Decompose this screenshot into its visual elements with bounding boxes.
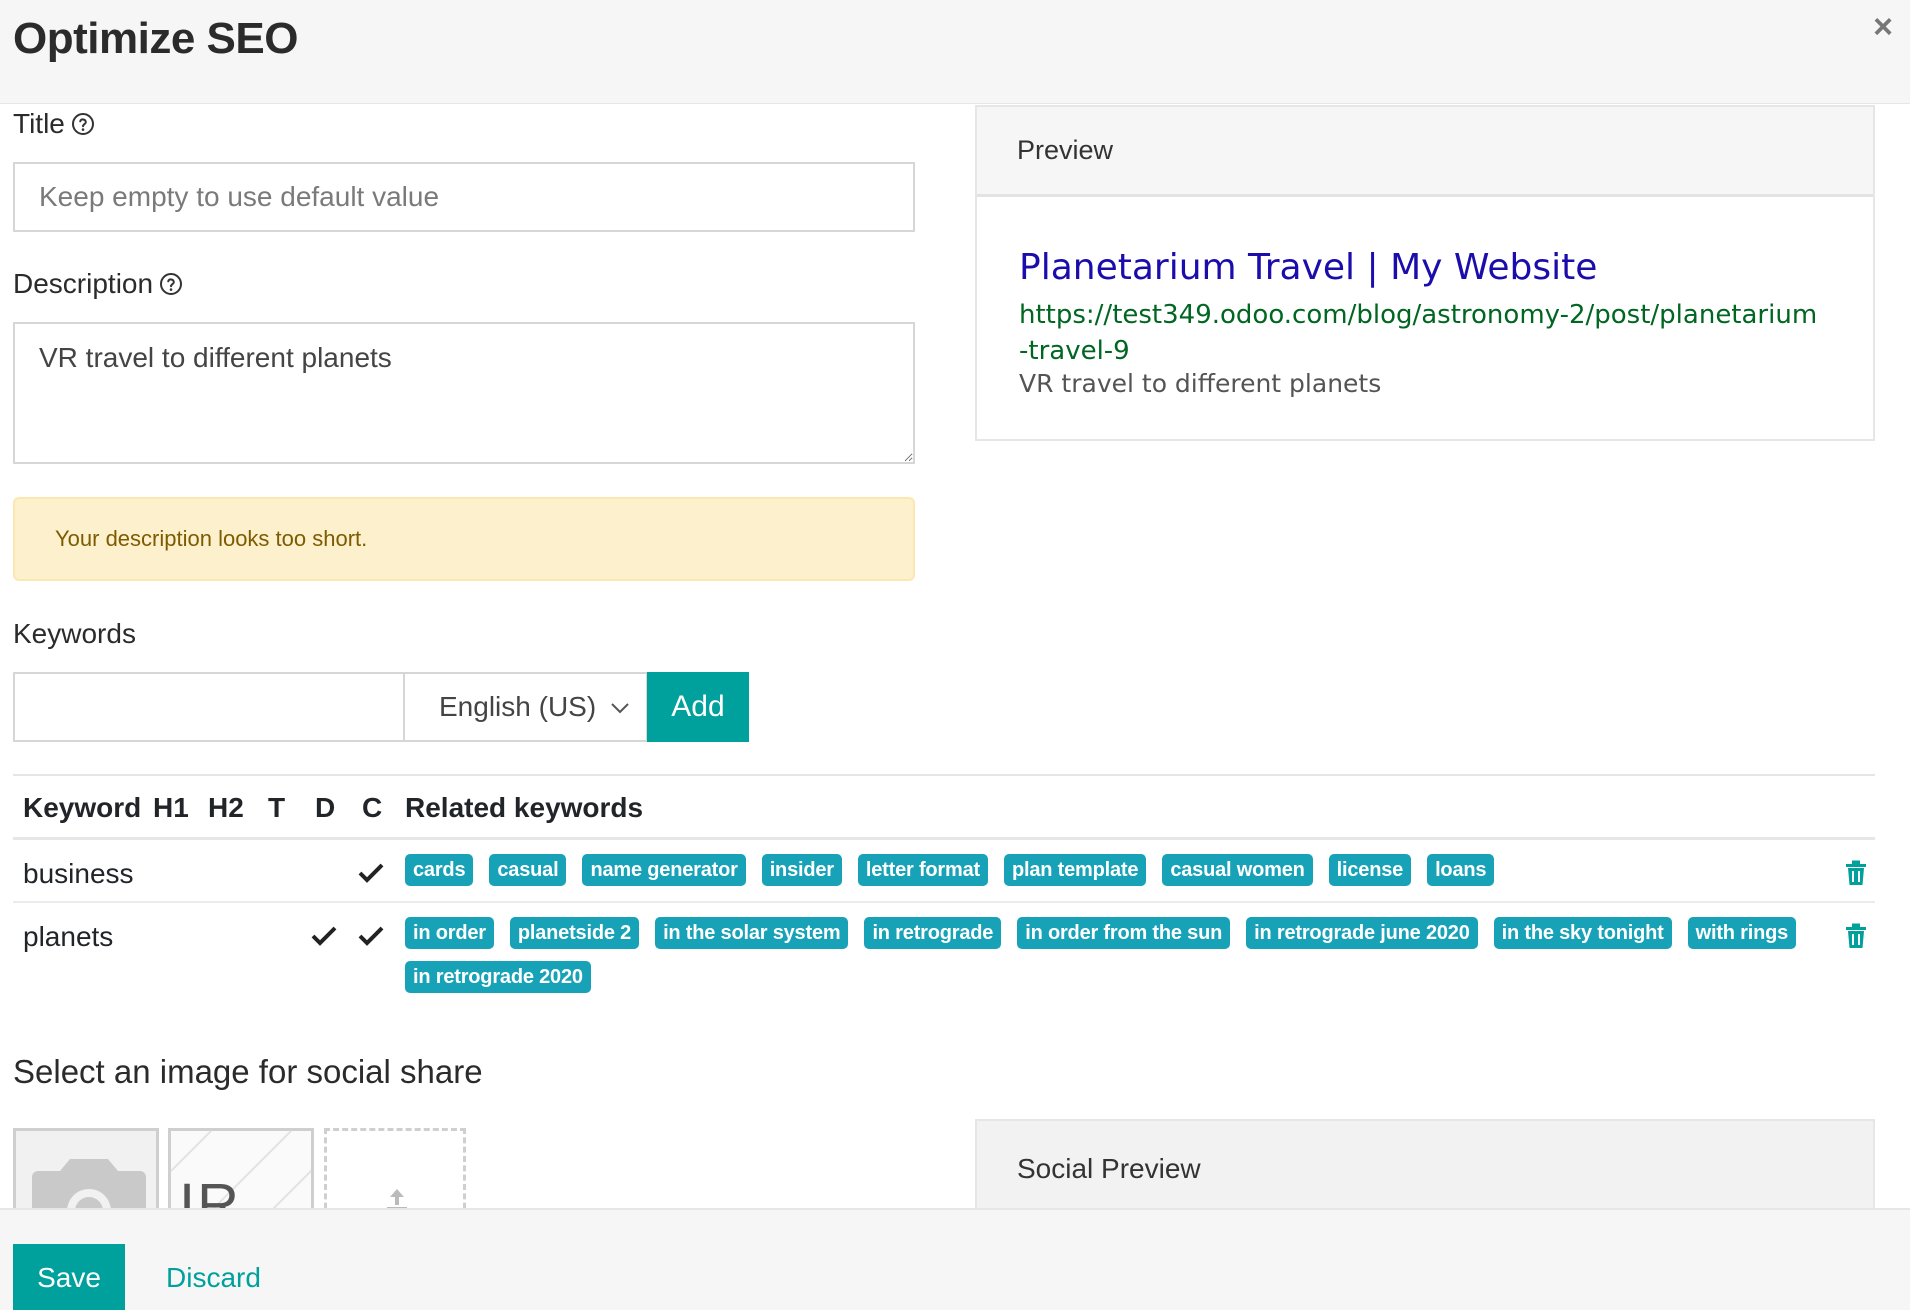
chevron-down-icon	[611, 703, 629, 714]
modal-footer: Save Discard	[0, 1208, 1910, 1310]
related-keyword-tag[interactable]: casual women	[1162, 854, 1313, 886]
header-c: C	[362, 792, 383, 823]
keyword-input[interactable]	[13, 672, 405, 742]
modal-title: Optimize SEO	[13, 14, 298, 63]
serp-title[interactable]: Planetarium Travel | My Website	[1019, 247, 1597, 288]
keyword-table-header: Keyword H1 H2 T D C Related keywords	[13, 774, 1875, 840]
keywords-label: Keywords	[13, 618, 136, 649]
trash-icon[interactable]	[1845, 860, 1867, 886]
header-d: D	[315, 792, 336, 823]
close-icon[interactable]: ×	[1866, 10, 1900, 44]
related-keyword-tag[interactable]: in order	[405, 917, 494, 949]
help-icon[interactable]	[159, 272, 183, 296]
related-keyword-tag[interactable]: in the solar system	[655, 917, 849, 949]
social-image-upload[interactable]	[324, 1128, 466, 1218]
related-keyword-tag[interactable]: plan template	[1003, 854, 1147, 886]
keyword-cell: business	[23, 858, 134, 889]
trash-icon[interactable]	[1845, 923, 1867, 949]
title-input[interactable]	[13, 162, 915, 232]
title-label-text: Title	[13, 108, 65, 139]
related-keyword-tag[interactable]: in the sky tonight	[1493, 917, 1672, 949]
check-icon	[311, 926, 337, 946]
save-button[interactable]: Save	[13, 1244, 125, 1310]
add-keyword-button[interactable]: Add	[647, 672, 749, 742]
related-keyword-tag[interactable]: insider	[761, 854, 842, 886]
social-image-option-default[interactable]	[13, 1128, 159, 1218]
related-keyword-tag[interactable]: license	[1328, 854, 1412, 886]
related-keyword-tag[interactable]: with rings	[1687, 917, 1797, 949]
check-icon	[358, 926, 384, 946]
description-label: Description	[13, 268, 183, 300]
related-keyword-tag[interactable]: letter format	[857, 854, 988, 886]
title-label: Title	[13, 108, 95, 140]
social-image-section-title: Select an image for social share	[13, 1053, 483, 1090]
related-keywords: in order planetside 2 in the solar syste…	[405, 917, 1825, 993]
camera-icon	[16, 1131, 156, 1215]
social-image-option-logo[interactable]: IR W	[168, 1128, 314, 1218]
related-keyword-tag[interactable]: in retrograde june 2020	[1246, 917, 1478, 949]
serp-url: https://test349.odoo.com/blog/astronomy-…	[1019, 300, 1818, 366]
social-preview-panel: Social Preview	[975, 1119, 1875, 1219]
keyword-table: Keyword H1 H2 T D C Related keywords bus…	[13, 774, 1875, 1011]
related-keyword-tag[interactable]: name generator	[582, 854, 746, 886]
discard-button[interactable]: Discard	[150, 1244, 277, 1310]
table-row: planets in order planetside 2 in the sol…	[13, 903, 1875, 1011]
related-keyword-tag[interactable]: in retrograde	[864, 917, 1002, 949]
header-keyword: Keyword	[23, 792, 142, 823]
related-keywords: cards casual name generator insider lett…	[405, 854, 1825, 886]
related-keyword-tag[interactable]: in order from the sun	[1017, 917, 1231, 949]
social-preview-label: Social Preview	[1017, 1153, 1201, 1184]
help-icon[interactable]	[71, 112, 95, 136]
serp-description: VR travel to different planets	[1019, 369, 1382, 398]
description-textarea[interactable]	[13, 322, 915, 464]
related-keyword-tag[interactable]: casual	[489, 854, 567, 886]
header-h1: H1	[153, 792, 189, 823]
header-related: Related keywords	[405, 792, 644, 823]
table-row: business cards casual name generator ins…	[13, 840, 1875, 903]
preview-header: Preview	[977, 107, 1873, 197]
header-t: T	[268, 792, 286, 823]
header-h2: H2	[208, 792, 244, 823]
check-icon	[358, 863, 384, 883]
description-label-text: Description	[13, 268, 154, 299]
language-select[interactable]: English (US)	[404, 672, 648, 742]
related-keyword-tag[interactable]: planetside 2	[509, 917, 640, 949]
language-selected: English (US)	[439, 691, 597, 722]
modal-header: Optimize SEO ×	[0, 0, 1910, 104]
related-keyword-tag[interactable]: cards	[405, 854, 474, 886]
keyword-cell: planets	[23, 921, 114, 952]
related-keyword-tag[interactable]: loans	[1427, 854, 1495, 886]
related-keyword-tag[interactable]: in retrograde 2020	[405, 961, 591, 993]
description-warning: Your description looks too short.	[13, 497, 915, 581]
preview-panel: Preview Planetarium Travel | My Website …	[975, 105, 1875, 441]
